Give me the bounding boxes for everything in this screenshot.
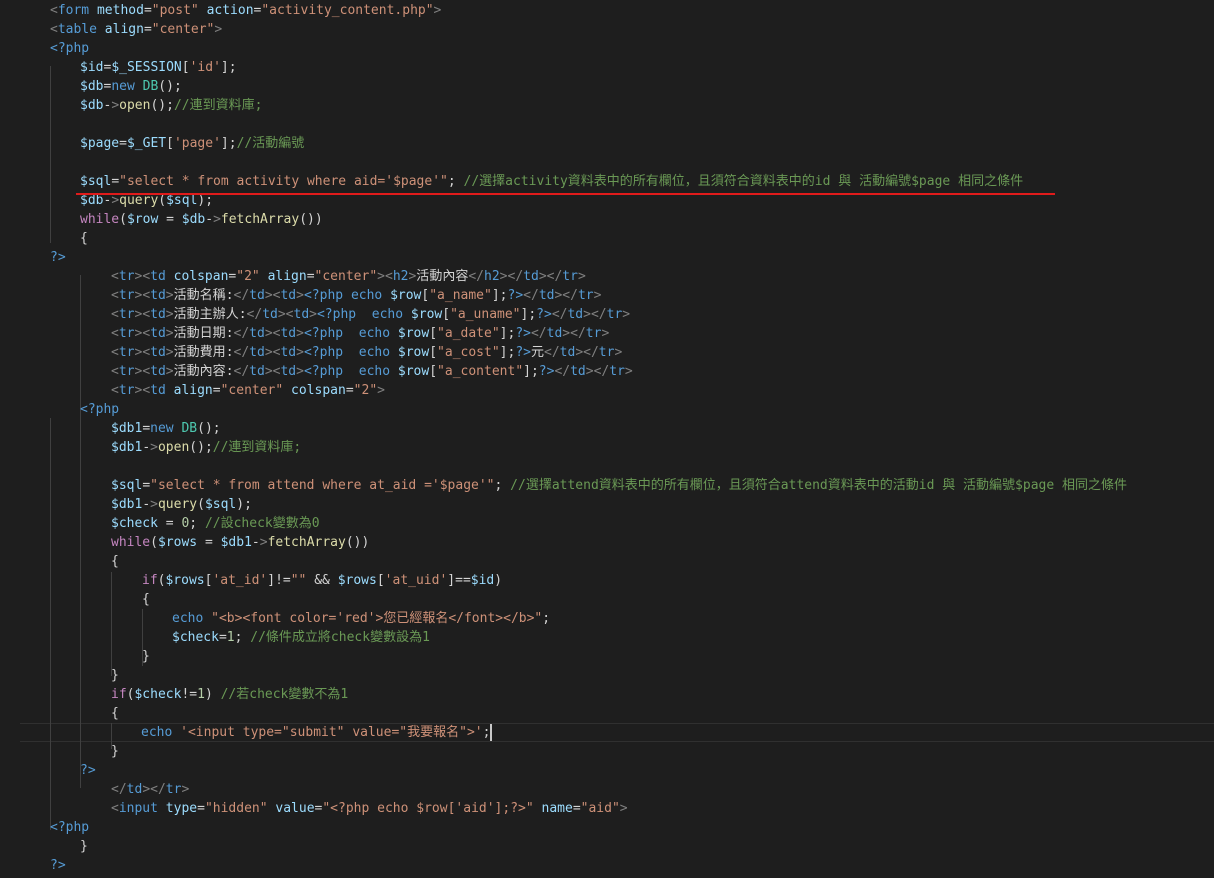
code-line[interactable]: echo '<input type="submit" value="我要報名">… [0,723,1214,742]
code-line[interactable]: $db->open();//連到資料庫; [0,96,1214,115]
code-line[interactable]: <tr><td>活動主辦人:</td><td><?php echo $row["… [0,305,1214,324]
code-line-text: <tr><td colspan="2" align="center"><h2>活… [111,269,586,284]
code-line-text: } [111,668,119,683]
code-line[interactable]: <tr><td align="center" colspan="2"> [0,381,1214,400]
code-line[interactable]: } [0,666,1214,685]
code-line[interactable]: $db1=new DB(); [0,419,1214,438]
code-line[interactable]: <tr><td colspan="2" align="center"><h2>活… [0,267,1214,286]
code-line-text: while($row = $db->fetchArray()) [80,212,323,227]
code-line-text: if($rows['at_id']!="" && $rows['at_uid']… [142,573,503,588]
text-cursor [490,724,492,741]
code-line-text: while($rows = $db1->fetchArray()) [111,535,370,550]
code-line-text: } [111,744,119,759]
code-line-text: <?php [50,41,90,56]
code-line-text: $db1->query($sql); [111,497,252,512]
code-line[interactable]: ?> [0,761,1214,780]
code-line[interactable]: <?php [0,400,1214,419]
code-line[interactable]: while($row = $db->fetchArray()) [0,210,1214,229]
code-line[interactable]: $page=$_GET['page'];//活動編號 [0,134,1214,153]
code-line[interactable]: $sql="select * from attend where at_aid … [0,476,1214,495]
code-line[interactable]: $id=$_SESSION['id']; [0,58,1214,77]
code-line-text: <tr><td>活動名稱:</td><td><?php echo $row["a… [111,288,602,303]
code-line[interactable]: <input type="hidden" value="<?php echo $… [0,799,1214,818]
code-line[interactable]: <tr><td>活動費用:</td><td><?php echo $row["a… [0,343,1214,362]
code-line-text: </td></tr> [111,782,190,797]
annotation-underline [76,193,1055,195]
code-line-text: } [142,649,150,664]
code-line[interactable]: { [0,552,1214,571]
code-line[interactable] [0,115,1214,134]
code-line-text: <?php [50,820,90,835]
code-line[interactable]: $db1->query($sql); [0,495,1214,514]
code-line-text: echo '<input type="submit" value="我要報名">… [141,725,491,740]
code-line-text: ?> [50,250,66,265]
code-line[interactable]: while($rows = $db1->fetchArray()) [0,533,1214,552]
code-line[interactable]: ?> [0,248,1214,267]
code-line[interactable]: } [0,742,1214,761]
code-line-text: $page=$_GET['page'];//活動編號 [80,136,305,151]
code-line[interactable]: { [0,590,1214,609]
code-line-text: <input type="hidden" value="<?php echo $… [111,801,628,816]
code-line[interactable]: $db=new DB(); [0,77,1214,96]
code-line-text: $db1->open();//連到資料庫; [111,440,302,455]
code-line[interactable]: <tr><td>活動日期:</td><td><?php echo $row["a… [0,324,1214,343]
code-line-text: { [111,554,119,569]
code-editor[interactable]: <form method="post" action="activity_con… [0,0,1214,878]
code-line[interactable]: { [0,704,1214,723]
code-line-text: { [142,592,150,607]
code-line[interactable]: </td></tr> [0,780,1214,799]
code-line-text: { [80,231,88,246]
code-line-text: ?> [50,858,66,873]
code-line-text: <form method="post" action="activity_con… [50,3,442,18]
code-line-text: $sql="select * from activity where aid='… [80,174,1024,189]
code-line[interactable]: $sql="select * from activity where aid='… [0,172,1214,191]
code-line-text: ?> [80,763,96,778]
code-line[interactable]: <table align="center"> [0,20,1214,39]
code-line-text: $db=new DB(); [80,79,182,94]
code-line[interactable] [0,457,1214,476]
code-line[interactable]: <tr><td>活動名稱:</td><td><?php echo $row["a… [0,286,1214,305]
code-line-text: $check = 0; //設check變數為0 [111,516,320,531]
code-line-text: <?php [80,402,120,417]
code-line[interactable]: if($check!=1) //若check變數不為1 [0,685,1214,704]
code-line-text: <tr><td>活動主辦人:</td><td><?php echo $row["… [111,307,631,322]
code-line[interactable]: <tr><td>活動內容:</td><td><?php echo $row["a… [0,362,1214,381]
code-line-text: if($check!=1) //若check變數不為1 [111,687,349,702]
code-line[interactable]: $db1->open();//連到資料庫; [0,438,1214,457]
code-line[interactable]: <?php [0,39,1214,58]
code-line-text: $db->open();//連到資料庫; [80,98,263,113]
code-line-text: { [111,706,119,721]
code-line-text: } [80,839,88,854]
code-line-text: <tr><td>活動費用:</td><td><?php echo $row["a… [111,345,623,360]
code-line[interactable]: { [0,229,1214,248]
code-line-text: echo "<b><font color='red'>您已經報名</font><… [172,611,551,626]
code-line-text: $db1=new DB(); [111,421,221,436]
code-line[interactable]: <?php [0,818,1214,837]
code-line[interactable]: $check = 0; //設check變數為0 [0,514,1214,533]
code-line-text: $check=1; //條件成立將check變數設為1 [172,630,430,645]
code-line-text: $sql="select * from attend where at_aid … [111,478,1128,493]
code-line-text: <table align="center"> [50,22,223,37]
code-line[interactable]: if($rows['at_id']!="" && $rows['at_uid']… [0,571,1214,590]
code-line[interactable]: echo "<b><font color='red'>您已經報名</font><… [0,609,1214,628]
code-line[interactable]: $check=1; //條件成立將check變數設為1 [0,628,1214,647]
code-line-text: <tr><td align="center" colspan="2"> [111,383,385,398]
code-line-text: $id=$_SESSION['id']; [80,60,237,75]
code-line-text: <tr><td>活動內容:</td><td><?php echo $row["a… [111,364,633,379]
code-line[interactable]: } [0,647,1214,666]
code-line-text: <tr><td>活動日期:</td><td><?php echo $row["a… [111,326,610,341]
code-line[interactable]: ?> [0,856,1214,875]
code-line[interactable]: } [0,837,1214,856]
code-line[interactable] [0,153,1214,172]
code-line[interactable]: <form method="post" action="activity_con… [0,1,1214,20]
